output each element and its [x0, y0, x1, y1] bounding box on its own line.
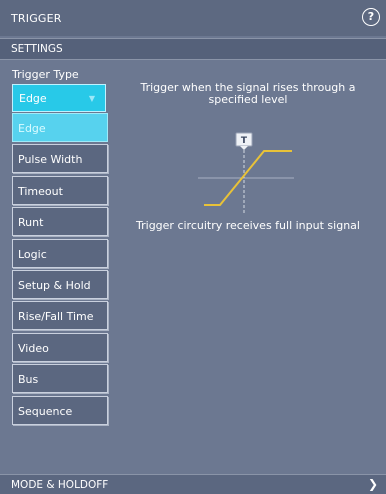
- option-sequence[interactable]: Sequence: [12, 395, 108, 425]
- trigger-type-dropdown[interactable]: Edge ▼: [12, 84, 106, 112]
- settings-section-header[interactable]: SETTINGS: [0, 38, 386, 60]
- option-video[interactable]: Video: [12, 332, 108, 362]
- edge-trigger-diagram-icon: T: [198, 132, 294, 215]
- mode-holdoff-section-header[interactable]: MODE & HOLDOFF ❯: [0, 474, 386, 494]
- option-edge[interactable]: Edge: [12, 113, 108, 142]
- settings-label: SETTINGS: [11, 43, 63, 55]
- trigger-marker-label: T: [241, 136, 248, 146]
- option-rise-fall-time[interactable]: Rise/Fall Time: [12, 301, 108, 331]
- option-bus[interactable]: Bus: [12, 364, 108, 394]
- help-icon[interactable]: ?: [362, 8, 380, 26]
- mode-holdoff-label: MODE & HOLDOFF: [11, 479, 109, 491]
- option-logic[interactable]: Logic: [12, 238, 108, 268]
- trigger-type-selected-value: Edge: [19, 92, 47, 105]
- trigger-type-option-list: Edge Pulse Width Timeout Runt Logic Setu…: [12, 113, 110, 427]
- option-runt[interactable]: Runt: [12, 207, 108, 237]
- chevron-down-icon: ▼: [88, 94, 95, 103]
- panel-title-bar: TRIGGER ?: [0, 0, 386, 36]
- option-pulse-width[interactable]: Pulse Width: [12, 144, 108, 174]
- trigger-type-label: Trigger Type: [12, 68, 79, 81]
- trigger-circuitry-note: Trigger circuitry receives full input si…: [136, 219, 360, 232]
- option-setup-hold[interactable]: Setup & Hold: [12, 269, 108, 299]
- panel-title: TRIGGER: [11, 12, 62, 25]
- option-timeout[interactable]: Timeout: [12, 175, 108, 205]
- chevron-right-icon: ❯: [367, 477, 378, 491]
- trigger-description: Trigger when the signal rises through a …: [140, 81, 356, 106]
